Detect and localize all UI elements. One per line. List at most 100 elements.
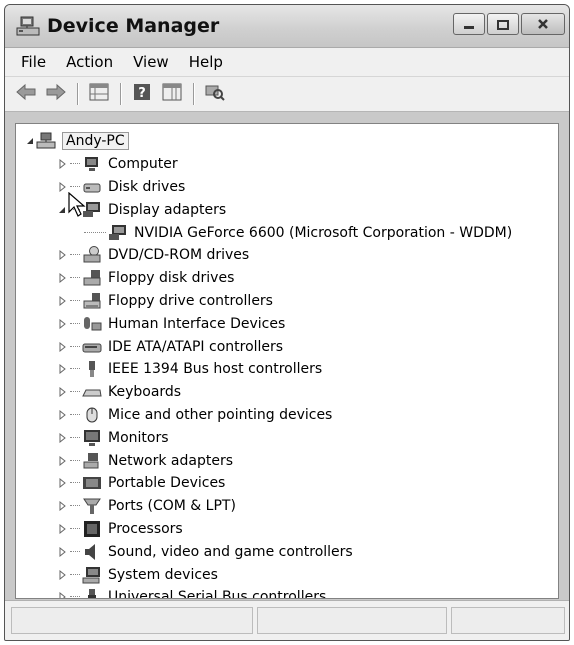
back-button[interactable] — [13, 81, 39, 107]
tree-line — [70, 391, 80, 393]
menu-bar: File Action View Help — [5, 47, 569, 77]
expand-arrow-icon[interactable] — [56, 249, 68, 261]
tree-item-monitors[interactable]: Monitors — [16, 426, 558, 449]
tree-item-ide-ata-atapi-controllers[interactable]: IDE ATA/ATAPI controllers — [16, 335, 558, 358]
expand-arrow-icon[interactable] — [56, 432, 68, 444]
tree-line — [70, 550, 80, 553]
expand-arrow-icon[interactable] — [56, 569, 68, 581]
forward-button[interactable] — [43, 81, 69, 107]
collapse-arrow-icon[interactable] — [56, 204, 68, 216]
expand-arrow-icon[interactable] — [56, 272, 68, 284]
tree-item-ports-com-lpt[interactable]: Ports (COM & LPT) — [16, 495, 558, 518]
port-icon — [82, 497, 102, 515]
expand-arrow-icon[interactable] — [56, 158, 68, 170]
tree-item-mice-and-other-pointing-devices[interactable]: Mice and other pointing devices — [16, 404, 558, 427]
tree-item-human-interface-devices[interactable]: Human Interface Devices — [16, 312, 558, 335]
usb-icon — [82, 588, 102, 598]
mouse-icon — [82, 406, 102, 424]
computer-network-icon — [36, 132, 56, 150]
menu-file[interactable]: File — [11, 53, 56, 71]
tree-line — [70, 413, 80, 416]
expand-arrow-icon[interactable] — [56, 363, 68, 375]
tree-line — [70, 573, 80, 576]
monitor-icon — [82, 429, 102, 447]
tree-item-label: Monitors — [108, 429, 169, 446]
tree-item-label: IEEE 1394 Bus host controllers — [108, 361, 323, 378]
collapse-arrow-icon[interactable] — [24, 135, 36, 147]
tree-item-portable-devices[interactable]: Portable Devices — [16, 472, 558, 495]
tree-root-andy-pc[interactable]: Andy-PC — [16, 130, 558, 153]
dvd-drive-icon — [82, 246, 102, 264]
minimize-button[interactable] — [453, 13, 485, 35]
ieee1394-icon — [82, 360, 102, 378]
menu-view[interactable]: View — [123, 53, 179, 71]
expand-arrow-icon[interactable] — [56, 318, 68, 330]
expand-arrow-icon[interactable] — [56, 546, 68, 558]
expand-arrow-icon[interactable] — [56, 386, 68, 398]
tree-line — [70, 527, 80, 530]
minimize-icon — [463, 15, 475, 34]
title-bar[interactable]: Device Manager — [5, 5, 569, 47]
display-adapter-icon — [108, 224, 128, 242]
tree-line — [70, 163, 80, 165]
svg-text:?: ? — [138, 86, 146, 101]
expand-arrow-icon[interactable] — [56, 409, 68, 421]
tree-line — [70, 345, 80, 348]
tree-line — [70, 505, 80, 507]
portable-device-icon — [82, 474, 102, 492]
tree-item-processors[interactable]: Processors — [16, 518, 558, 541]
expand-arrow-icon[interactable] — [56, 500, 68, 512]
toolbar: ? — [5, 77, 569, 112]
tree-item-computer[interactable]: Computer — [16, 153, 558, 176]
network-adapter-icon — [82, 452, 102, 470]
tree-item-label: Display adapters — [108, 201, 227, 218]
close-icon — [537, 15, 549, 34]
status-bar — [5, 600, 569, 640]
scan-hardware-button[interactable] — [202, 81, 228, 107]
device-manager-window: Device Manager File Action View Help ? A… — [4, 4, 570, 641]
tree-item-label: Floppy drive controllers — [108, 292, 273, 309]
tree-line — [70, 277, 80, 279]
toolbar-separator — [77, 83, 78, 105]
properties-button[interactable] — [86, 81, 112, 107]
maximize-button[interactable] — [487, 13, 519, 35]
tree-item-dvd-cd-rom-drives[interactable]: DVD/CD-ROM drives — [16, 244, 558, 267]
view-grid-icon — [162, 83, 182, 105]
help-icon: ? — [133, 83, 151, 105]
expand-arrow-icon[interactable] — [56, 295, 68, 307]
expand-arrow-icon[interactable] — [56, 523, 68, 535]
tree-item-device[interactable]: NVIDIA GeForce 6600 (Microsoft Corporati… — [16, 221, 558, 244]
tree-item-label: Portable Devices — [108, 475, 226, 492]
tree-line — [84, 231, 106, 234]
expand-arrow-icon[interactable] — [56, 591, 68, 598]
device-tree: Andy-PC Computer Disk drives Display adapte… — [16, 124, 558, 599]
system-device-icon — [82, 566, 102, 584]
close-button[interactable] — [521, 13, 565, 35]
tree-item-label: Universal Serial Bus controllers — [108, 589, 327, 599]
status-panel — [451, 607, 565, 634]
ide-controller-icon — [82, 338, 102, 356]
expand-arrow-icon[interactable] — [56, 181, 68, 193]
tree-line — [70, 436, 80, 439]
expand-arrow-icon[interactable] — [56, 477, 68, 489]
tree-item-label: Processors — [108, 520, 183, 537]
tree-item-keyboards[interactable]: Keyboards — [16, 381, 558, 404]
expand-arrow-icon[interactable] — [56, 341, 68, 353]
expand-arrow-icon[interactable] — [56, 455, 68, 467]
tree-line — [70, 459, 80, 462]
tree-item-display-adapters[interactable]: Display adapters — [16, 198, 558, 221]
tree-item-network-adapters[interactable]: Network adapters — [16, 449, 558, 472]
view-button[interactable] — [159, 81, 185, 107]
tree-item-universal-serial-bus-controllers[interactable]: Universal Serial Bus controllers — [16, 586, 558, 599]
tree-item-system-devices[interactable]: System devices — [16, 563, 558, 586]
tree-item-sound-video-and-game-controllers[interactable]: Sound, video and game controllers — [16, 540, 558, 563]
tree-item-ieee-1394-bus-host-controllers[interactable]: IEEE 1394 Bus host controllers — [16, 358, 558, 381]
menu-help[interactable]: Help — [179, 53, 233, 71]
help-button[interactable]: ? — [129, 81, 155, 107]
tree-item-floppy-disk-drives[interactable]: Floppy disk drives — [16, 267, 558, 290]
sound-icon — [82, 543, 102, 561]
tree-item-disk-drives[interactable]: Disk drives — [16, 176, 558, 199]
menu-action[interactable]: Action — [56, 53, 123, 71]
device-tree-pane[interactable]: Andy-PC Computer Disk drives Display adapte… — [15, 123, 559, 599]
tree-item-floppy-drive-controllers[interactable]: Floppy drive controllers — [16, 290, 558, 313]
